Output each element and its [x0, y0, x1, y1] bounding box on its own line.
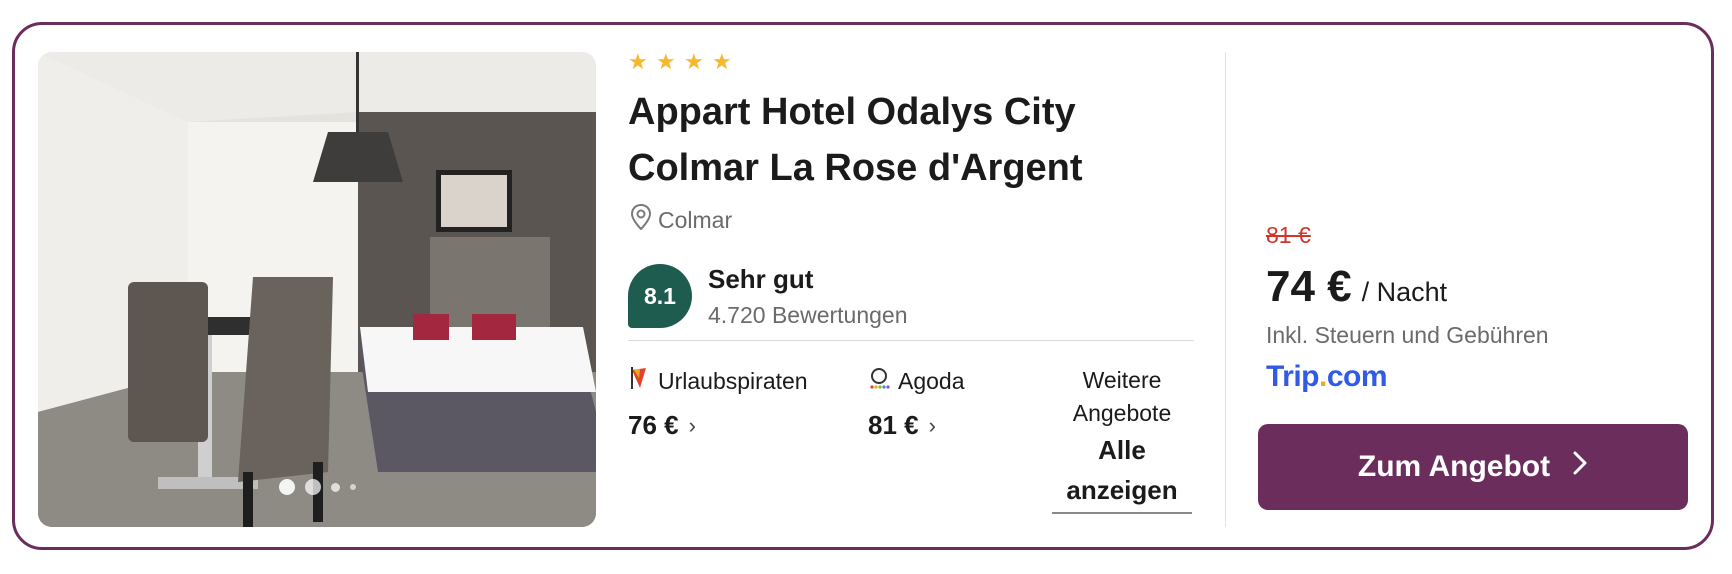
rating-count[interactable]: 4.720 Bewertungen [708, 302, 908, 329]
chevron-right-icon [1572, 450, 1588, 484]
cta-label: Zum Angebot [1357, 450, 1551, 483]
brand-dot: . [1319, 360, 1327, 393]
divider [628, 340, 1194, 341]
more-offers-label: Weitere Angebote [1072, 367, 1172, 426]
offer-price: 76 € [628, 410, 679, 440]
old-price: 81 € [1266, 222, 1311, 248]
star-icon: ★ [628, 49, 648, 74]
rating-label: Sehr gut [708, 264, 814, 294]
price-value: 74 € [1266, 262, 1352, 311]
star-rating: ★ ★ ★ ★ [628, 49, 732, 74]
pirate-flag-icon [628, 366, 650, 396]
column-divider [1225, 52, 1226, 527]
offer-provider: Agoda [898, 367, 965, 394]
star-icon: ★ [656, 49, 676, 74]
carousel-dots[interactable] [38, 479, 596, 495]
location-pin-icon [630, 203, 652, 236]
hotel-name[interactable]: Appart Hotel Odalys City Colmar La Rose … [628, 84, 1128, 196]
chevron-right-icon: › [928, 412, 936, 438]
go-to-offer-button[interactable]: Zum Angebot [1258, 424, 1688, 510]
chevron-right-icon: › [688, 412, 696, 438]
agoda-logo-icon [868, 366, 890, 396]
carousel-dot-2[interactable] [304, 479, 321, 495]
star-icon: ★ [712, 49, 732, 74]
tax-note: Inkl. Steuern und Gebühren [1266, 322, 1549, 348]
provider-logo: Trip.com [1266, 360, 1388, 394]
offer-urlaubspiraten[interactable]: Urlaubspiraten 76 € › [628, 366, 808, 441]
show-all-link[interactable]: Alle anzeigen [1052, 430, 1192, 514]
carousel-dot-4[interactable] [349, 484, 356, 490]
price-unit: / Nacht [1361, 277, 1448, 307]
hotel-photo[interactable] [38, 52, 596, 527]
offer-agoda[interactable]: Agoda 81 € › [868, 366, 965, 441]
carousel-dot-3[interactable] [330, 482, 340, 492]
rating-score-badge: 8.1 [628, 264, 692, 328]
more-offers[interactable]: Weitere Angebote Alle anzeigen [1052, 364, 1192, 514]
offer-price: 81 € [868, 410, 919, 440]
offer-provider: Urlaubspiraten [658, 367, 808, 394]
hotel-location: Colmar [630, 203, 733, 236]
brand-name: Trip [1266, 360, 1320, 393]
brand-suffix: com [1326, 360, 1388, 393]
location-label: Colmar [658, 206, 733, 233]
star-icon: ★ [684, 49, 704, 74]
hotel-room-image [38, 52, 596, 527]
carousel-dot-1[interactable] [278, 479, 295, 495]
current-price: 74 € / Nacht [1266, 262, 1447, 312]
